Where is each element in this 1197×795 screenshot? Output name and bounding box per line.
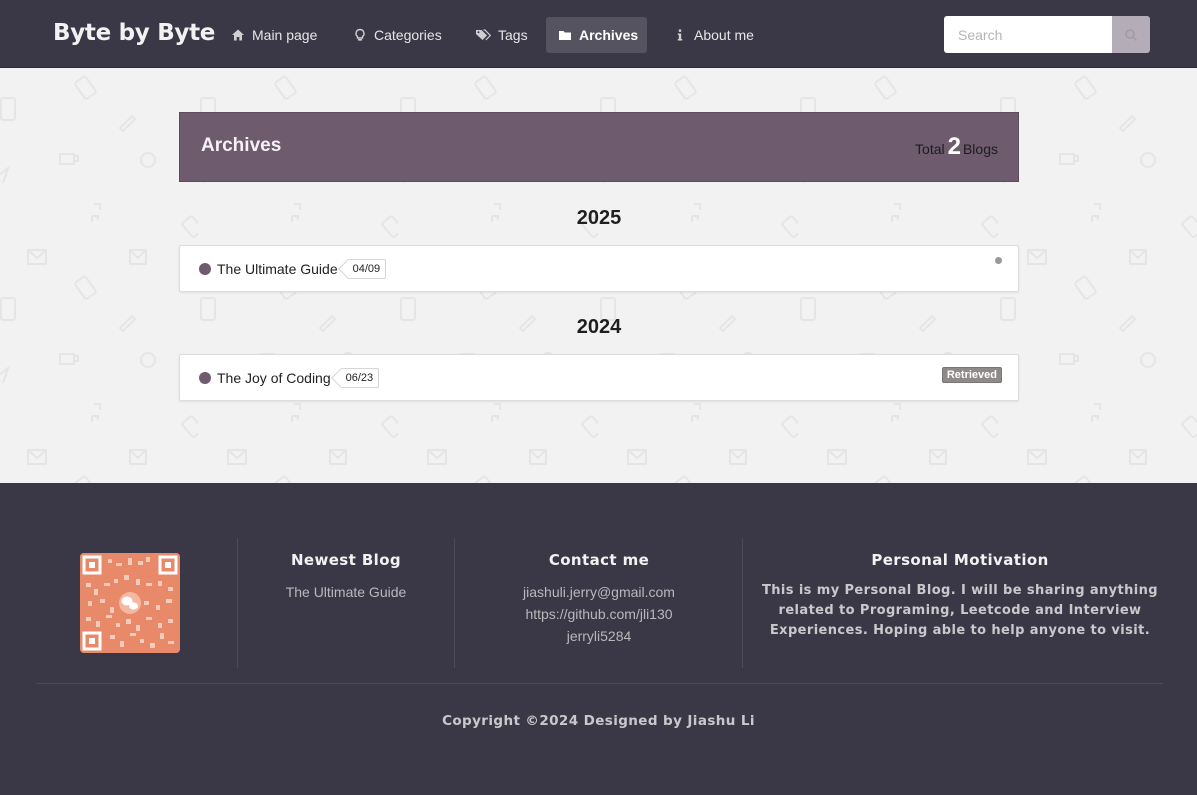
nav-tags-label: Tags (498, 27, 528, 43)
year-heading: 2025 (576, 207, 622, 229)
wechat-qr-code (80, 553, 180, 653)
contact-github[interactable]: https://github.com/jli130 (460, 603, 738, 625)
total-prefix: Total (915, 141, 945, 157)
total-count: 2 (947, 133, 961, 160)
motivation-heading: Personal Motivation (871, 551, 1049, 569)
year-heading: 2024 (576, 316, 622, 338)
motivation-line: This is my Personal Blog. I will be shar… (761, 583, 1159, 598)
archive-post-row[interactable]: The Ultimate Guide 04/09 (179, 245, 1019, 292)
tags-icon (475, 28, 491, 42)
brand-logo[interactable]: Byte by Byte (53, 20, 215, 46)
archive-title: Archives (201, 135, 282, 156)
newest-blog-link[interactable]: The Ultimate Guide (246, 581, 446, 603)
footer-contact: Contact me jiashuli.jerry@gmail.com http… (460, 551, 738, 647)
post-title[interactable]: The Ultimate Guide (217, 261, 338, 277)
nav-main-page[interactable]: Main page (219, 17, 330, 53)
info-icon (673, 28, 687, 42)
date-tag: 04/09 (347, 258, 387, 279)
footer-divider (237, 538, 238, 668)
bullet-dot (199, 371, 211, 384)
search-button[interactable] (1112, 16, 1150, 53)
home-icon (231, 28, 245, 42)
search-box (944, 16, 1150, 53)
nav-about-me-label: About me (694, 27, 754, 43)
post-date: 06/23 (345, 371, 374, 384)
archive-post-row[interactable]: The Joy of Coding 06/23 Retrieved (179, 354, 1019, 401)
footer-motivation: Personal Motivation This is my Personal … (760, 551, 1160, 641)
footer-divider (454, 538, 455, 668)
nav-archives-label: Archives (579, 27, 639, 43)
nav-categories-label: Categories (374, 27, 442, 43)
search-input[interactable] (944, 16, 1112, 53)
contact-email[interactable]: jiashuli.jerry@gmail.com (460, 581, 738, 603)
total-suffix: Blogs (962, 141, 998, 157)
lightbulb-icon (353, 28, 367, 42)
search-icon (1125, 28, 1138, 41)
post-title[interactable]: The Joy of Coding (217, 370, 331, 386)
footer-newest-blog: Newest Blog The Ultimate Guide (246, 551, 446, 603)
nav-tags[interactable]: Tags (463, 17, 541, 53)
bullet-dot (199, 262, 211, 275)
motivation-line: Experiences. Hoping able to help anyone … (769, 623, 1151, 638)
archive-header: Archives Total 2 Blogs (179, 112, 1019, 182)
status-dot (995, 257, 1002, 264)
nav-about-me[interactable]: About me (661, 17, 767, 53)
retrieved-badge: Retrieved (941, 367, 1002, 383)
navbar: Byte by Byte Main page Categories Tags A… (0, 0, 1197, 68)
footer-separator (36, 683, 1163, 684)
folder-icon (558, 28, 572, 42)
post-date: 04/09 (352, 262, 381, 275)
date-tag: 06/23 (340, 367, 380, 388)
motivation-line: related to Programing, Leetcode and Inte… (778, 603, 1142, 618)
nav-categories[interactable]: Categories (341, 17, 455, 53)
contact-wechat-id[interactable]: jerryli5284 (460, 625, 738, 647)
contact-heading: Contact me (548, 551, 650, 569)
footer-divider (742, 538, 743, 668)
footer: Newest Blog The Ultimate Guide Contact m… (0, 483, 1197, 795)
copyright-text: Copyright ©2024 Designed by Jiashu Li (442, 713, 755, 729)
nav-archives[interactable]: Archives (546, 17, 647, 53)
newest-blog-heading: Newest Blog (290, 551, 402, 569)
archive-total: Total 2 Blogs (915, 133, 998, 161)
nav-main-page-label: Main page (252, 27, 318, 43)
